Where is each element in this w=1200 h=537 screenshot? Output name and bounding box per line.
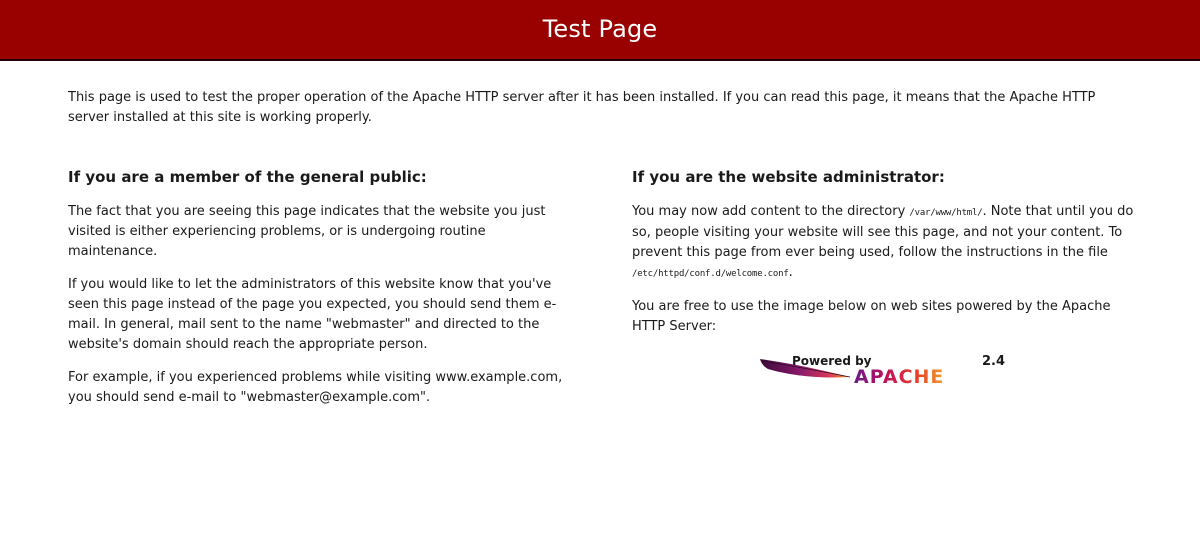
- general-public-heading: If you are a member of the general publi…: [68, 168, 427, 186]
- page-title: Test Page: [542, 15, 658, 43]
- directory-text-after: .: [788, 265, 793, 280]
- administrator-paragraph-1: You may now add content to the directory…: [632, 202, 1137, 284]
- welcome-conf-path: /etc/httpd/conf.d/welcome.conf: [632, 269, 789, 279]
- general-public-paragraph-2: If you would like to let the administrat…: [68, 277, 557, 352]
- administrator-section: If you are the website administrator: Yo…: [632, 166, 1137, 350]
- intro-paragraph: This page is used to test the proper ope…: [68, 90, 1096, 125]
- general-public-paragraph-3: For example, if you experienced problems…: [68, 370, 563, 405]
- document-root-path: /var/www/html/: [909, 208, 983, 218]
- directory-text-before: You may now add content to the directory: [632, 204, 910, 219]
- general-public-section: If you are a member of the general publi…: [68, 166, 568, 421]
- powered-by-apache-logo: Powered by APACHE 2.4: [760, 354, 1005, 388]
- apache-version-text: 2.4: [982, 354, 1005, 369]
- administrator-heading: If you are the website administrator:: [632, 168, 945, 186]
- page-header: Test Page: [0, 0, 1200, 61]
- administrator-paragraph-2: You are free to use the image below on w…: [632, 299, 1111, 334]
- apache-brand-text: APACHE: [854, 366, 944, 388]
- general-public-paragraph-1: The fact that you are seeing this page i…: [68, 204, 546, 259]
